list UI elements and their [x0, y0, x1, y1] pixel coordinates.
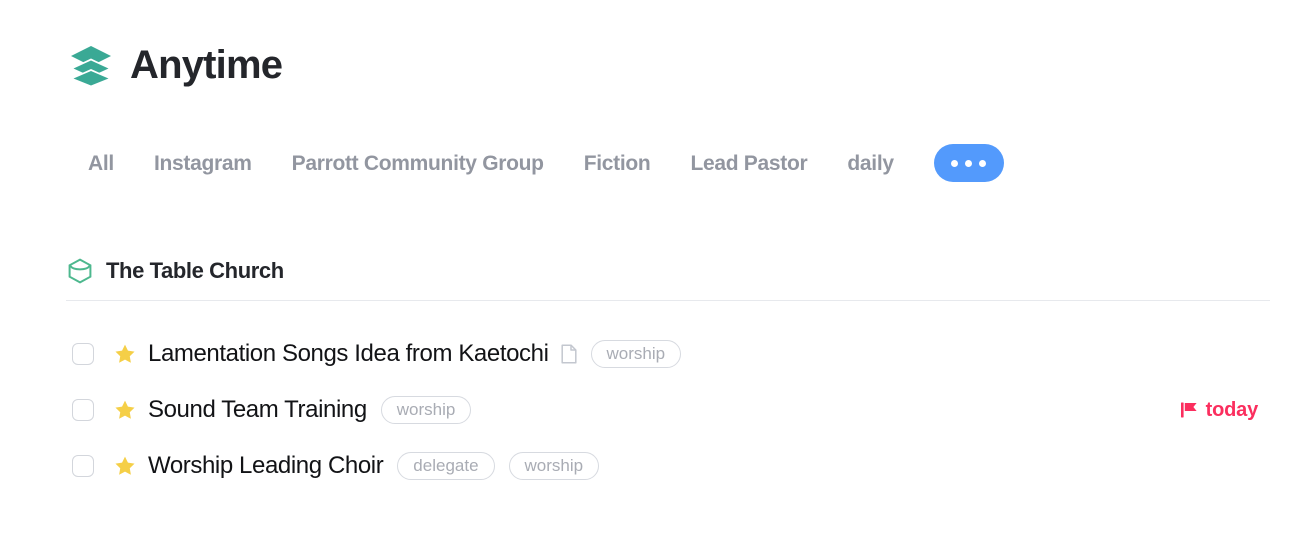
group-title: The Table Church [106, 258, 284, 283]
task-group-header: The Table Church [66, 254, 1270, 301]
star-icon[interactable] [114, 343, 136, 365]
star-icon[interactable] [114, 455, 136, 477]
ellipsis-icon [965, 159, 973, 167]
app-header: Anytime [68, 42, 283, 88]
group-head-row[interactable]: The Table Church [66, 254, 1270, 288]
tab-daily[interactable]: daily [847, 153, 894, 174]
flag-icon [1180, 402, 1197, 418]
table-row[interactable]: Sound Team Training worship today [66, 382, 1270, 438]
anytime-app-window: Anytime All Instagram Parrott Community … [0, 0, 1316, 546]
layers-stack-icon [71, 46, 111, 87]
tab-all[interactable]: All [88, 153, 114, 174]
task-title: Sound Team Training [148, 396, 367, 423]
ellipsis-icon [979, 159, 987, 167]
more-tabs-button[interactable] [933, 144, 1004, 182]
page-title: Anytime [130, 43, 283, 87]
task-checkbox[interactable] [72, 343, 94, 365]
star-icon[interactable] [114, 399, 136, 421]
tab-parrott-community-group[interactable]: Parrott Community Group [292, 153, 544, 174]
hexagon-box-icon [68, 258, 92, 284]
tab-instagram[interactable]: Instagram [154, 153, 252, 174]
task-checkbox[interactable] [72, 399, 94, 421]
ellipsis-icon [951, 159, 959, 167]
task-title: Lamentation Songs Idea from Kaetochi [148, 340, 549, 367]
task-checkbox[interactable] [72, 455, 94, 477]
document-icon[interactable] [560, 344, 577, 364]
task-due-date[interactable]: today [1180, 400, 1258, 420]
task-tag[interactable]: worship [508, 452, 600, 480]
tab-fiction[interactable]: Fiction [584, 153, 651, 174]
due-label: today [1205, 399, 1259, 421]
tab-lead-pastor[interactable]: Lead Pastor [690, 153, 807, 174]
task-tag[interactable]: worship [590, 340, 682, 368]
task-tag[interactable]: delegate [397, 452, 495, 480]
filter-tabbar: All Instagram Parrott Community Group Fi… [88, 142, 1004, 184]
table-row[interactable]: Worship Leading Choir delegate worship [66, 438, 1270, 494]
task-list: Lamentation Songs Idea from Kaetochi wor… [66, 326, 1270, 494]
task-title: Worship Leading Choir [148, 452, 384, 479]
task-tag[interactable]: worship [380, 396, 472, 424]
table-row[interactable]: Lamentation Songs Idea from Kaetochi wor… [66, 326, 1270, 382]
group-divider [66, 300, 1270, 301]
